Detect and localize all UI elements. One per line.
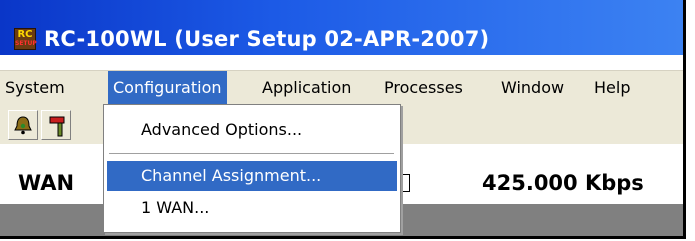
hammer-icon: [49, 116, 65, 137]
application-window: RC SETUP RC-100WL (User Setup 02-APR-200…: [0, 0, 686, 239]
menu-separator: [109, 153, 394, 155]
menu-system[interactable]: System: [0, 71, 70, 105]
menu-item-advanced-options[interactable]: Advanced Options...: [107, 115, 397, 145]
menu-item-channel-assignment[interactable]: Channel Assignment...: [107, 161, 397, 191]
menu-help[interactable]: Help: [589, 71, 635, 105]
wan-label: WAN: [18, 171, 75, 195]
menu-bar: System Configuration Application Process…: [0, 70, 683, 105]
bell-icon: [14, 116, 32, 135]
title-gap: [0, 55, 683, 70]
hammer-button[interactable]: [41, 110, 71, 140]
configuration-dropdown: Advanced Options... Channel Assignment..…: [103, 104, 401, 233]
window-title: RC-100WL (User Setup 02-APR-2007): [44, 27, 490, 51]
title-bar[interactable]: RC SETUP RC-100WL (User Setup 02-APR-200…: [0, 0, 683, 55]
menu-configuration[interactable]: Configuration: [108, 71, 227, 105]
bell-button[interactable]: [8, 110, 38, 140]
menu-item-1-wan[interactable]: 1 WAN...: [107, 193, 397, 223]
app-icon-subtext: SETUP: [15, 40, 37, 47]
menu-window[interactable]: Window: [496, 71, 569, 105]
app-icon-text: RC: [17, 29, 33, 40]
app-icon[interactable]: RC SETUP: [14, 28, 37, 50]
menu-processes[interactable]: Processes: [379, 71, 468, 105]
menu-application[interactable]: Application: [257, 71, 356, 105]
wan-rate: 425.000 Kbps: [482, 171, 644, 195]
